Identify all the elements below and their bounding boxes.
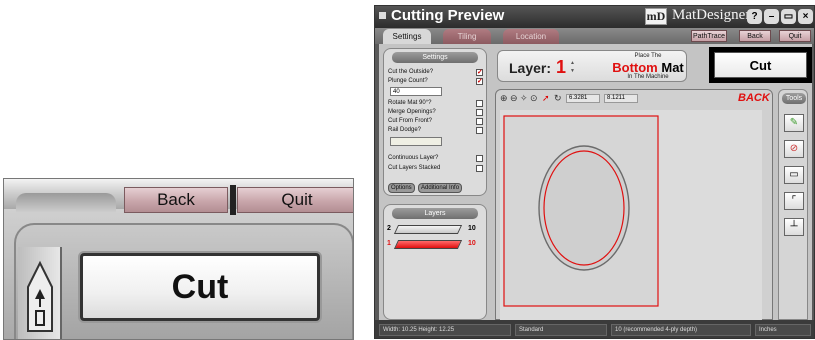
option-continuous-checkbox[interactable] xyxy=(476,155,483,162)
back-button[interactable]: Back xyxy=(739,30,771,42)
plunge-count-input[interactable]: 40 xyxy=(390,87,442,96)
layer-spinner[interactable]: ▲ ▼ xyxy=(570,59,576,75)
option-front-checkbox[interactable] xyxy=(476,118,483,125)
layers-panel: Layers 2 10 1 10 xyxy=(383,204,487,320)
zoom-cut-button[interactable]: Cut xyxy=(80,253,320,321)
refresh-icon[interactable]: ↻ xyxy=(554,93,562,104)
title-bar: Cutting Preview mD MatDesigner ? – ▭ × xyxy=(375,6,814,28)
pen-icon[interactable]: ✎ xyxy=(784,114,804,132)
coord-y-readout: 8.1211 xyxy=(604,94,638,103)
zoom-fit-icon[interactable]: ✧ xyxy=(520,93,528,104)
layer-label: Layer: xyxy=(509,60,552,76)
zoomed-cut-detail: Back Quit Cut xyxy=(3,178,354,340)
place-mat-word: Mat xyxy=(661,60,684,75)
layer-indicator: Layer: 1 ▲ ▼ Place The Bottom Mat In The … xyxy=(497,50,687,82)
coord-x-readout: 6.3281 xyxy=(566,94,600,103)
tab-settings[interactable]: Settings xyxy=(383,29,431,44)
status-depth: 10 (recommended 4-ply depth) xyxy=(611,324,751,336)
split-icon[interactable]: ┴ xyxy=(784,218,804,236)
tab-bar: Settings Tiling Location PathTrace Back … xyxy=(375,28,814,44)
option-continuous-label: Continuous Layer? xyxy=(388,155,439,161)
layers-heading: Layers xyxy=(392,208,478,219)
layer-1-bar[interactable] xyxy=(393,240,463,249)
zoom-icon[interactable]: ⊙ xyxy=(530,93,538,104)
path-icon[interactable]: ➚ xyxy=(542,93,550,104)
main-area: Settings Cut the Outside? ✓ Plunge Count… xyxy=(379,44,812,320)
cutting-preview-window: Cutting Preview mD MatDesigner ? – ▭ × S… xyxy=(374,5,815,339)
status-style: Standard xyxy=(515,324,607,336)
zoom-tab-edge xyxy=(16,193,116,213)
cut-button[interactable]: Cut xyxy=(714,52,807,78)
tab-options[interactable]: Options xyxy=(388,183,415,193)
place-bottom-word: Bottom xyxy=(612,60,658,75)
brand-name: MatDesigner xyxy=(672,7,751,23)
window-title: Cutting Preview xyxy=(391,7,505,24)
preview-panel: ⊕ ⊖ ✧ ⊙ ➚ ↻ 6.3281 8.1211 BACK xyxy=(495,89,773,320)
layer-2-number: 2 xyxy=(387,225,391,232)
status-units: Inches xyxy=(755,324,811,336)
square-icon[interactable]: ▭ xyxy=(784,166,804,184)
tools-heading: Tools xyxy=(782,93,806,104)
settings-panel: Settings Cut the Outside? ✓ Plunge Count… xyxy=(383,48,487,196)
option-rotate-checkbox[interactable] xyxy=(476,100,483,107)
place-instruction-bottom: In The Machine xyxy=(627,74,669,80)
tools-panel: Tools ✎ ⊘ ▭ ⌜ ┴ xyxy=(778,89,808,320)
maximize-button[interactable]: ▭ xyxy=(781,9,796,24)
help-button[interactable]: ? xyxy=(747,9,762,24)
window-menu-icon[interactable] xyxy=(379,12,386,19)
option-cut-outside-checkbox[interactable]: ✓ xyxy=(476,69,483,76)
option-rail-label: Rail Dodge? xyxy=(388,127,422,133)
option-stacked-label: Cut Layers Stacked xyxy=(388,165,441,171)
zoom-in-icon[interactable]: ⊕ xyxy=(500,93,508,104)
option-plunge-count-label: Plunge Count? xyxy=(388,78,428,84)
layer-1-number: 1 xyxy=(387,240,391,247)
layer-2-bar[interactable] xyxy=(393,225,463,234)
option-cut-outside-label: Cut the Outside? xyxy=(388,69,434,75)
zoom-out-icon[interactable]: ⊖ xyxy=(510,93,518,104)
zoom-knife-icon xyxy=(18,247,62,339)
layer-value: 1 xyxy=(556,57,567,77)
cut-preview-canvas[interactable] xyxy=(500,110,762,320)
option-plunge-count-checkbox[interactable]: ✓ xyxy=(476,78,483,85)
place-instruction-top: Place The xyxy=(634,53,662,59)
status-bar: Width: 10.25 Height: 12.25 Standard 10 (… xyxy=(375,320,814,338)
option-front-label: Cut From Front? xyxy=(388,118,433,124)
preview-toolbar: ⊕ ⊖ ✧ ⊙ ➚ ↻ 6.3281 8.1211 BACK xyxy=(498,92,770,105)
pathtrace-button[interactable]: PathTrace xyxy=(691,30,727,42)
corner-icon[interactable]: ⌜ xyxy=(784,192,804,210)
option-rotate-label: Rotate Mat 90°? xyxy=(388,100,432,106)
erase-icon[interactable]: ⊘ xyxy=(784,140,804,158)
tab-location[interactable]: Location xyxy=(503,29,559,44)
back-side-label: BACK xyxy=(738,92,770,104)
option-rail-checkbox[interactable] xyxy=(476,127,483,134)
option-stacked-checkbox[interactable] xyxy=(476,165,483,172)
zoom-quit-button[interactable]: Quit xyxy=(237,187,353,213)
matdesigner-logo: mD xyxy=(645,8,667,25)
minimize-button[interactable]: – xyxy=(764,9,779,24)
option-merge-label: Merge Openings? xyxy=(388,109,436,115)
cut-button-frame: Cut xyxy=(709,47,812,83)
tab-additional-info[interactable]: Additional Info xyxy=(418,183,463,193)
quit-button[interactable]: Quit xyxy=(779,30,811,42)
close-button[interactable]: × xyxy=(798,9,813,24)
place-instruction-main: Bottom Mat xyxy=(608,60,688,75)
status-size: Width: 10.25 Height: 12.25 xyxy=(379,324,511,336)
layer-2-value: 10 xyxy=(468,225,476,232)
zoom-back-button[interactable]: Back xyxy=(124,187,228,213)
settings-heading: Settings xyxy=(392,52,478,63)
opening-outer xyxy=(538,145,630,271)
zoom-separator xyxy=(230,185,236,215)
rail-dodge-input[interactable] xyxy=(390,137,442,146)
tab-tiling[interactable]: Tiling xyxy=(443,29,491,44)
layer-1-value: 10 xyxy=(468,240,476,247)
option-merge-checkbox[interactable] xyxy=(476,109,483,116)
